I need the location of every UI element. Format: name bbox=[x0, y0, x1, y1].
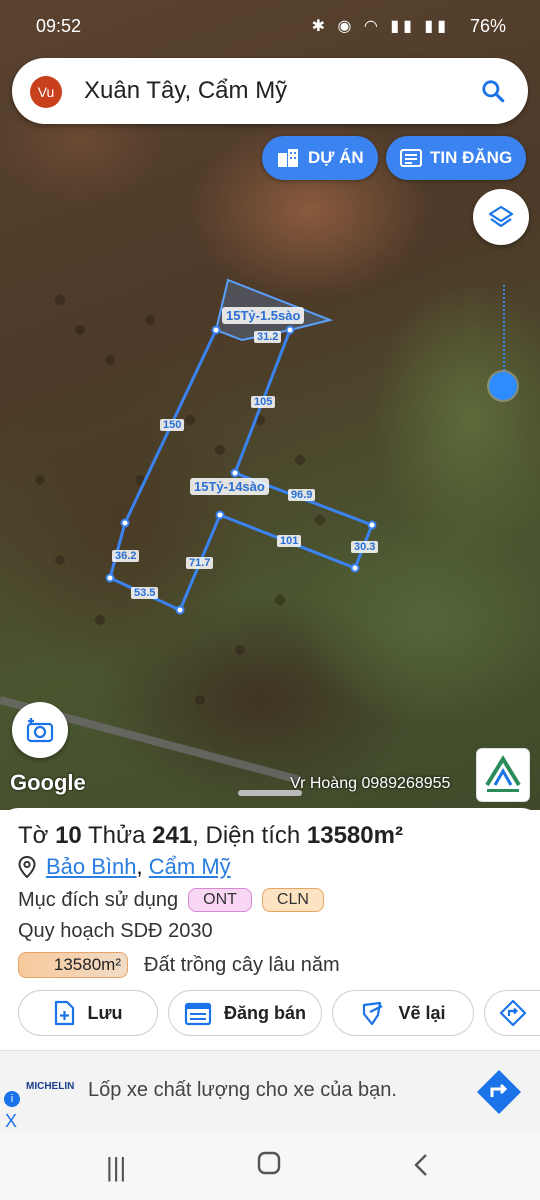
system-nav-bar: ||| bbox=[0, 1134, 540, 1200]
location-pin-icon bbox=[18, 856, 36, 878]
back-icon[interactable] bbox=[412, 1152, 430, 1185]
purpose-tag-ont[interactable]: ONT bbox=[188, 888, 252, 912]
purpose-tag-cln[interactable]: CLN bbox=[261, 888, 324, 912]
avatar[interactable]: Vu bbox=[30, 76, 62, 108]
listing-icon bbox=[400, 149, 422, 167]
projects-label: DỰ ÁN bbox=[308, 148, 364, 167]
save-button[interactable]: Lưu bbox=[18, 990, 158, 1036]
search-query[interactable]: Xuân Tây, Cẩm Mỹ bbox=[84, 77, 287, 105]
purpose-row: Mục đích sử dụng ONT CLN bbox=[18, 888, 324, 912]
ad-brand-logo: MICHELIN bbox=[26, 1081, 75, 1092]
parcel-title: Tờ 10 Thửa 241, Diện tích 13580m² bbox=[18, 822, 403, 849]
purpose-label: Mục đích sử dụng bbox=[18, 888, 179, 911]
projects-button[interactable]: DỰ ÁN bbox=[262, 136, 378, 180]
layers-icon bbox=[488, 205, 514, 228]
listings-label: TIN ĐĂNG bbox=[430, 148, 513, 167]
company-logo bbox=[476, 748, 530, 802]
camera-button[interactable] bbox=[12, 702, 68, 758]
calendar-icon bbox=[184, 1002, 212, 1026]
parcel-label-main[interactable]: 15Tỷ-14sào bbox=[190, 478, 269, 495]
save-label: Lưu bbox=[87, 1002, 123, 1023]
post-sale-label: Đăng bán bbox=[223, 1002, 306, 1023]
edge-length-label: 105 bbox=[251, 396, 276, 408]
zoom-slider-handle[interactable] bbox=[489, 372, 517, 400]
post-sale-button[interactable]: Đăng bán bbox=[168, 990, 322, 1036]
ad-close-icon[interactable]: X bbox=[5, 1111, 17, 1132]
action-bar: Lưu Đăng bán Vẽ lại bbox=[0, 990, 540, 1040]
edge-length-label: 31.2 bbox=[254, 331, 282, 343]
status-bar: 09:52 ✱ ◉ ◠ ▮▮ ▮▮ 76% bbox=[0, 0, 540, 52]
redraw-label: Vẽ lại bbox=[398, 1002, 446, 1023]
parcel-label-small[interactable]: 15Tỷ-1.5sào bbox=[222, 307, 305, 324]
edge-length-label: 30.3 bbox=[351, 541, 379, 553]
plan-description: Đất trồng cây lâu năm bbox=[144, 953, 340, 976]
listings-button[interactable]: TIN ĐĂNG bbox=[386, 136, 527, 180]
ad-banner[interactable]: i X MICHELIN Lốp xe chất lượng cho xe củ… bbox=[0, 1050, 540, 1134]
parcel-info-sheet: Tờ 10 Thửa 241, Diện tích 13580m² Bảo Bì… bbox=[0, 808, 540, 1050]
building-icon bbox=[278, 149, 298, 167]
directions-icon bbox=[499, 999, 526, 1027]
layers-button[interactable] bbox=[473, 189, 529, 245]
plan-area-badge: 13580m² bbox=[18, 952, 128, 978]
edge-length-label: 96.9 bbox=[288, 489, 316, 501]
edge-length-label: 150 bbox=[160, 419, 185, 431]
battery-level: 76% bbox=[469, 16, 506, 36]
parcel-location: Bảo Bình, Cẩm Mỹ bbox=[18, 854, 231, 880]
edge-length-label: 36.2 bbox=[112, 550, 140, 562]
plan-row: 13580m² Đất trồng cây lâu năm bbox=[18, 952, 340, 978]
add-file-icon bbox=[55, 1000, 75, 1026]
status-icons: ✱ ◉ ◠ ▮▮ ▮▮ bbox=[311, 18, 450, 35]
sheet-drag-handle[interactable] bbox=[238, 790, 302, 796]
edge-length-label: 71.7 bbox=[186, 557, 214, 569]
directions-button[interactable] bbox=[484, 990, 540, 1036]
redraw-button[interactable]: Vẽ lại bbox=[332, 990, 474, 1036]
google-attribution: Google bbox=[10, 770, 86, 795]
search-icon[interactable] bbox=[480, 78, 506, 104]
ad-info-icon[interactable]: i bbox=[4, 1091, 20, 1107]
clock: 09:52 bbox=[36, 16, 82, 36]
recent-apps-icon[interactable]: ||| bbox=[106, 1152, 126, 1183]
add-photo-icon bbox=[26, 718, 54, 743]
edge-length-label: 53.5 bbox=[131, 587, 159, 599]
zoom-slider-track[interactable] bbox=[503, 285, 505, 375]
plan-label: Quy hoạch SDĐ 2030 bbox=[18, 920, 213, 942]
ad-text[interactable]: Lốp xe chất lượng cho xe của bạn. bbox=[88, 1079, 397, 1102]
ad-directions-icon[interactable] bbox=[476, 1069, 522, 1115]
search-bar[interactable]: Vu Xuân Tây, Cẩm Mỹ bbox=[12, 58, 528, 124]
district-link[interactable]: Cẩm Mỹ bbox=[149, 854, 231, 879]
home-icon[interactable] bbox=[256, 1150, 282, 1183]
map-watermark: Vr Hoàng 0989268955 bbox=[290, 775, 451, 792]
edge-length-label: 101 bbox=[277, 535, 302, 547]
ward-link[interactable]: Bảo Bình bbox=[46, 854, 137, 879]
draw-shape-icon bbox=[363, 1001, 383, 1026]
